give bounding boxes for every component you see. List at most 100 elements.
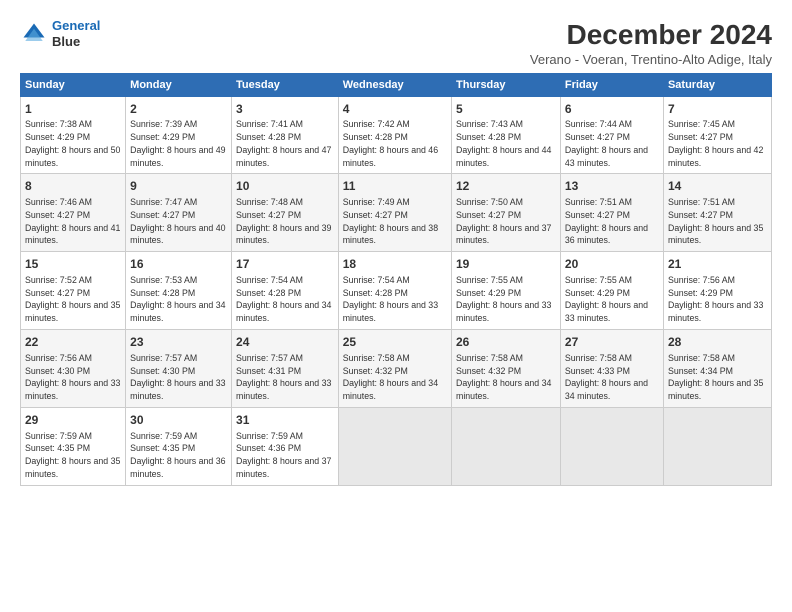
day-info: Sunrise: 7:54 AMSunset: 4:28 PMDaylight:… — [236, 274, 334, 325]
table-row: 21Sunrise: 7:56 AMSunset: 4:29 PMDayligh… — [663, 252, 771, 330]
day-info: Sunrise: 7:47 AMSunset: 4:27 PMDaylight:… — [130, 196, 227, 247]
table-row: 18Sunrise: 7:54 AMSunset: 4:28 PMDayligh… — [338, 252, 451, 330]
logo: General Blue — [20, 18, 100, 49]
table-row: 15Sunrise: 7:52 AMSunset: 4:27 PMDayligh… — [21, 252, 126, 330]
table-row: 19Sunrise: 7:55 AMSunset: 4:29 PMDayligh… — [452, 252, 561, 330]
day-info: Sunrise: 7:38 AMSunset: 4:29 PMDaylight:… — [25, 118, 121, 169]
table-row — [338, 407, 451, 485]
table-row: 11Sunrise: 7:49 AMSunset: 4:27 PMDayligh… — [338, 174, 451, 252]
table-row: 12Sunrise: 7:50 AMSunset: 4:27 PMDayligh… — [452, 174, 561, 252]
day-number: 7 — [668, 101, 767, 118]
table-row: 9Sunrise: 7:47 AMSunset: 4:27 PMDaylight… — [126, 174, 232, 252]
day-info: Sunrise: 7:45 AMSunset: 4:27 PMDaylight:… — [668, 118, 767, 169]
day-info: Sunrise: 7:58 AMSunset: 4:32 PMDaylight:… — [456, 352, 556, 403]
day-number: 28 — [668, 334, 767, 351]
col-sunday: Sunday — [21, 73, 126, 96]
day-info: Sunrise: 7:58 AMSunset: 4:34 PMDaylight:… — [668, 352, 767, 403]
col-wednesday: Wednesday — [338, 73, 451, 96]
calendar-table: Sunday Monday Tuesday Wednesday Thursday… — [20, 73, 772, 486]
day-info: Sunrise: 7:58 AMSunset: 4:33 PMDaylight:… — [565, 352, 659, 403]
calendar-week-row: 1Sunrise: 7:38 AMSunset: 4:29 PMDaylight… — [21, 96, 772, 174]
table-row — [452, 407, 561, 485]
calendar-header-row: Sunday Monday Tuesday Wednesday Thursday… — [21, 73, 772, 96]
day-number: 18 — [343, 256, 447, 273]
day-info: Sunrise: 7:59 AMSunset: 4:36 PMDaylight:… — [236, 430, 334, 481]
page: General Blue December 2024 Verano - Voer… — [0, 0, 792, 496]
table-row: 29Sunrise: 7:59 AMSunset: 4:35 PMDayligh… — [21, 407, 126, 485]
day-number: 11 — [343, 178, 447, 195]
table-row — [560, 407, 663, 485]
day-info: Sunrise: 7:56 AMSunset: 4:30 PMDaylight:… — [25, 352, 121, 403]
day-info: Sunrise: 7:57 AMSunset: 4:30 PMDaylight:… — [130, 352, 227, 403]
title-block: December 2024 Verano - Voeran, Trentino-… — [530, 18, 772, 67]
day-number: 3 — [236, 101, 334, 118]
day-number: 13 — [565, 178, 659, 195]
day-number: 10 — [236, 178, 334, 195]
col-thursday: Thursday — [452, 73, 561, 96]
table-row: 17Sunrise: 7:54 AMSunset: 4:28 PMDayligh… — [232, 252, 339, 330]
table-row: 27Sunrise: 7:58 AMSunset: 4:33 PMDayligh… — [560, 329, 663, 407]
col-friday: Friday — [560, 73, 663, 96]
calendar-week-row: 8Sunrise: 7:46 AMSunset: 4:27 PMDaylight… — [21, 174, 772, 252]
logo-icon — [20, 20, 48, 48]
day-number: 16 — [130, 256, 227, 273]
day-info: Sunrise: 7:39 AMSunset: 4:29 PMDaylight:… — [130, 118, 227, 169]
day-info: Sunrise: 7:57 AMSunset: 4:31 PMDaylight:… — [236, 352, 334, 403]
table-row — [663, 407, 771, 485]
day-number: 1 — [25, 101, 121, 118]
table-row: 7Sunrise: 7:45 AMSunset: 4:27 PMDaylight… — [663, 96, 771, 174]
day-info: Sunrise: 7:41 AMSunset: 4:28 PMDaylight:… — [236, 118, 334, 169]
day-number: 22 — [25, 334, 121, 351]
day-number: 6 — [565, 101, 659, 118]
day-info: Sunrise: 7:46 AMSunset: 4:27 PMDaylight:… — [25, 196, 121, 247]
day-info: Sunrise: 7:50 AMSunset: 4:27 PMDaylight:… — [456, 196, 556, 247]
day-number: 23 — [130, 334, 227, 351]
day-info: Sunrise: 7:56 AMSunset: 4:29 PMDaylight:… — [668, 274, 767, 325]
calendar-week-row: 15Sunrise: 7:52 AMSunset: 4:27 PMDayligh… — [21, 252, 772, 330]
day-info: Sunrise: 7:59 AMSunset: 4:35 PMDaylight:… — [130, 430, 227, 481]
day-number: 15 — [25, 256, 121, 273]
table-row: 30Sunrise: 7:59 AMSunset: 4:35 PMDayligh… — [126, 407, 232, 485]
table-row: 24Sunrise: 7:57 AMSunset: 4:31 PMDayligh… — [232, 329, 339, 407]
table-row: 16Sunrise: 7:53 AMSunset: 4:28 PMDayligh… — [126, 252, 232, 330]
day-number: 4 — [343, 101, 447, 118]
day-info: Sunrise: 7:51 AMSunset: 4:27 PMDaylight:… — [668, 196, 767, 247]
col-tuesday: Tuesday — [232, 73, 339, 96]
col-saturday: Saturday — [663, 73, 771, 96]
day-info: Sunrise: 7:48 AMSunset: 4:27 PMDaylight:… — [236, 196, 334, 247]
day-number: 29 — [25, 412, 121, 429]
header: General Blue December 2024 Verano - Voer… — [20, 18, 772, 67]
day-number: 17 — [236, 256, 334, 273]
day-info: Sunrise: 7:42 AMSunset: 4:28 PMDaylight:… — [343, 118, 447, 169]
subtitle: Verano - Voeran, Trentino-Alto Adige, It… — [530, 52, 772, 67]
table-row: 14Sunrise: 7:51 AMSunset: 4:27 PMDayligh… — [663, 174, 771, 252]
day-number: 25 — [343, 334, 447, 351]
table-row: 3Sunrise: 7:41 AMSunset: 4:28 PMDaylight… — [232, 96, 339, 174]
table-row: 23Sunrise: 7:57 AMSunset: 4:30 PMDayligh… — [126, 329, 232, 407]
day-number: 14 — [668, 178, 767, 195]
day-number: 27 — [565, 334, 659, 351]
col-monday: Monday — [126, 73, 232, 96]
table-row: 4Sunrise: 7:42 AMSunset: 4:28 PMDaylight… — [338, 96, 451, 174]
day-number: 30 — [130, 412, 227, 429]
day-info: Sunrise: 7:51 AMSunset: 4:27 PMDaylight:… — [565, 196, 659, 247]
day-info: Sunrise: 7:44 AMSunset: 4:27 PMDaylight:… — [565, 118, 659, 169]
table-row: 28Sunrise: 7:58 AMSunset: 4:34 PMDayligh… — [663, 329, 771, 407]
day-number: 12 — [456, 178, 556, 195]
day-info: Sunrise: 7:55 AMSunset: 4:29 PMDaylight:… — [456, 274, 556, 325]
calendar-body: 1Sunrise: 7:38 AMSunset: 4:29 PMDaylight… — [21, 96, 772, 485]
table-row: 6Sunrise: 7:44 AMSunset: 4:27 PMDaylight… — [560, 96, 663, 174]
main-title: December 2024 — [530, 18, 772, 52]
day-info: Sunrise: 7:49 AMSunset: 4:27 PMDaylight:… — [343, 196, 447, 247]
day-info: Sunrise: 7:43 AMSunset: 4:28 PMDaylight:… — [456, 118, 556, 169]
table-row: 1Sunrise: 7:38 AMSunset: 4:29 PMDaylight… — [21, 96, 126, 174]
calendar-week-row: 29 Sunrise: 7:59 AMSunset: 4:35 PMDayligh… — [21, 407, 772, 485]
table-row: 25Sunrise: 7:58 AMSunset: 4:32 PMDayligh… — [338, 329, 451, 407]
table-row: 8Sunrise: 7:46 AMSunset: 4:27 PMDaylight… — [21, 174, 126, 252]
day-number: 8 — [25, 178, 121, 195]
table-row: 31Sunrise: 7:59 AMSunset: 4:36 PMDayligh… — [232, 407, 339, 485]
day-number: 21 — [668, 256, 767, 273]
day-number: 9 — [130, 178, 227, 195]
day-number: 19 — [456, 256, 556, 273]
day-info: Sunrise: 7:55 AMSunset: 4:29 PMDaylight:… — [565, 274, 659, 325]
